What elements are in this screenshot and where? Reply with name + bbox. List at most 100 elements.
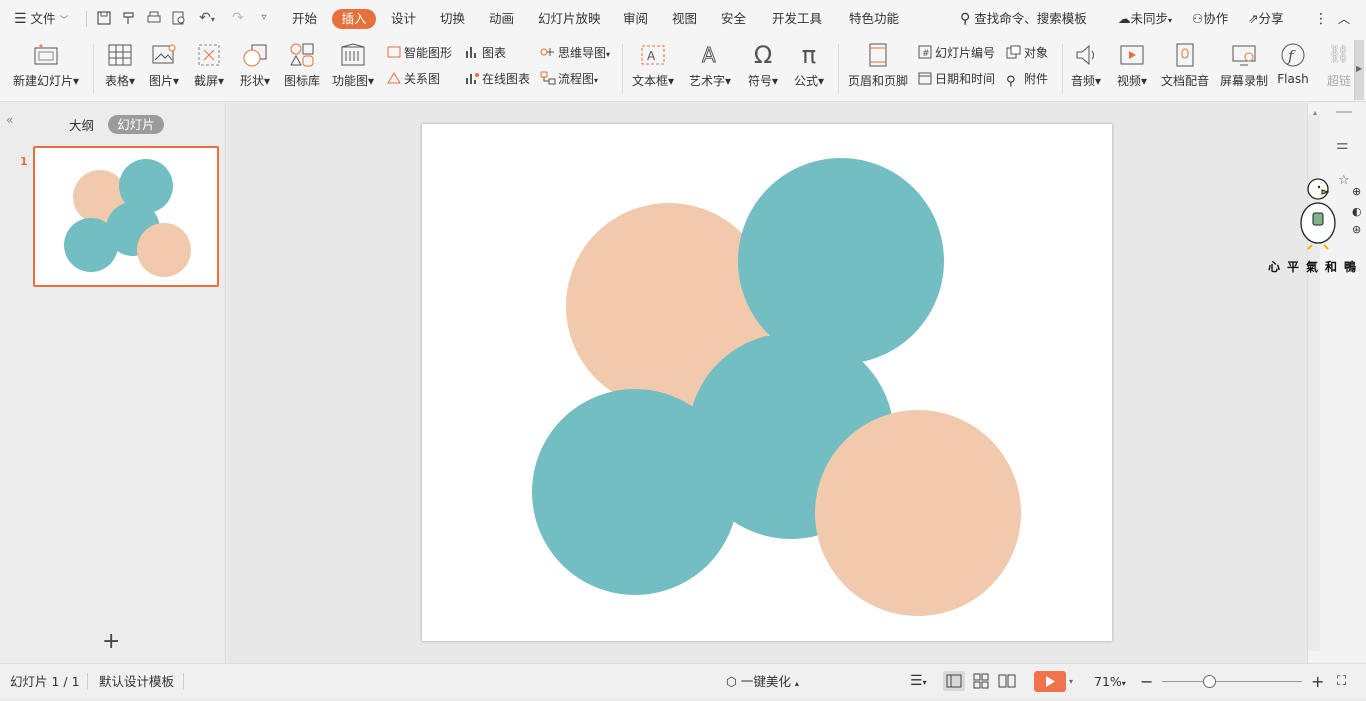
tab-design[interactable]: 设计 bbox=[391, 0, 416, 38]
teal-circle-left[interactable] bbox=[532, 389, 738, 595]
smart-art-button[interactable]: 智能图形 bbox=[386, 44, 452, 62]
relation-icon bbox=[387, 72, 401, 84]
collapse-panel-icon[interactable]: « bbox=[6, 113, 13, 127]
symbol-button[interactable]: Ω 符号▾ bbox=[744, 38, 782, 102]
svg-text:#: # bbox=[922, 49, 930, 59]
slide-number-button[interactable]: # 幻灯片编号 bbox=[917, 44, 995, 62]
datetime-button[interactable]: 日期和时间 bbox=[917, 70, 995, 88]
zoom-value: 71% bbox=[1094, 674, 1122, 689]
right-sidebar: ▲ ⚌ ☆ ⊕ ◐ ⊛ 心平氣和鴨 bbox=[1268, 103, 1366, 663]
animal-icon[interactable]: ⊛ bbox=[1352, 223, 1361, 236]
tab-home[interactable]: 开始 bbox=[292, 0, 317, 38]
online-chart-button[interactable]: 在线图表 bbox=[464, 70, 530, 88]
zoom-level[interactable]: 71%▾ bbox=[1094, 664, 1126, 699]
cloud-icon: ☁ bbox=[1118, 11, 1131, 26]
wordart-button[interactable]: A 艺术字▾ bbox=[686, 38, 734, 102]
tab-slideshow[interactable]: 幻灯片放映 bbox=[538, 0, 601, 38]
video-label: 视频 bbox=[1116, 74, 1141, 88]
settings-sliders-icon[interactable]: ⚌ bbox=[1336, 137, 1349, 153]
sorter-view-button[interactable] bbox=[970, 671, 992, 691]
chart-button[interactable]: 图表 bbox=[464, 44, 506, 62]
print-icon[interactable] bbox=[146, 10, 162, 26]
tab-outline[interactable]: 大纲 bbox=[69, 115, 94, 134]
tab-animation[interactable]: 动画 bbox=[489, 0, 514, 38]
audio-button[interactable]: 音频▾ bbox=[1066, 38, 1106, 102]
shape-button[interactable]: 形状▾ bbox=[236, 38, 274, 102]
zoom-slider[interactable] bbox=[1162, 681, 1302, 682]
more-icon[interactable]: ⋮ bbox=[1314, 0, 1328, 38]
tab-view[interactable]: 视图 bbox=[672, 0, 697, 38]
undo-icon[interactable]: ↶▾ bbox=[196, 10, 218, 26]
redo-icon[interactable]: ↷ bbox=[230, 10, 246, 26]
tab-transition[interactable]: 切换 bbox=[440, 0, 465, 38]
new-slide-button[interactable]: 新建幻灯片▾ bbox=[10, 38, 82, 102]
screen-record-button[interactable]: 屏幕录制 bbox=[1218, 38, 1270, 102]
slide-thumbnail[interactable] bbox=[33, 146, 219, 287]
notes-icon[interactable]: ☰▾ bbox=[910, 664, 927, 699]
chevron-up-icon: ▴ bbox=[794, 679, 799, 688]
normal-view-button[interactable] bbox=[943, 671, 965, 691]
theme-icon[interactable]: ◐ bbox=[1352, 205, 1362, 218]
status-bar: 幻灯片 1 / 1 默认设计模板 ⬡ 一键美化 ▴ ☰▾ ▾ 71%▾ − + … bbox=[0, 663, 1366, 698]
object-button[interactable]: 对象 bbox=[1006, 44, 1048, 62]
sync-status[interactable]: ☁未同步▾ bbox=[1118, 0, 1172, 38]
command-search[interactable]: ⚲ 查找命令、搜索模板 bbox=[960, 0, 1087, 38]
divider bbox=[838, 44, 839, 94]
share-button[interactable]: ⇗分享 bbox=[1248, 0, 1284, 38]
mind-map-button[interactable]: 思维导图▾ bbox=[540, 44, 610, 62]
slideshow-options-icon[interactable]: ▾ bbox=[1069, 664, 1073, 699]
tab-security[interactable]: 安全 bbox=[721, 0, 746, 38]
link-icon: ⛓ bbox=[1327, 44, 1351, 65]
zoom-in-button[interactable]: + bbox=[1311, 664, 1324, 699]
template-name[interactable]: 默认设计模板 bbox=[99, 664, 174, 699]
tab-insert[interactable]: 插入 bbox=[332, 9, 376, 29]
attachment-button[interactable]: ⚲ 附件 bbox=[1006, 70, 1048, 89]
slide-canvas[interactable] bbox=[422, 124, 1112, 641]
flowchart-button[interactable]: 流程图▾ bbox=[540, 70, 598, 88]
new-slide-label: 新建幻灯片 bbox=[12, 74, 73, 88]
flash-button[interactable]: f Flash bbox=[1274, 38, 1312, 102]
screenshot-button[interactable]: 截屏▾ bbox=[190, 38, 228, 102]
picture-button[interactable]: 图片▾ bbox=[145, 38, 183, 102]
book-icon bbox=[998, 674, 1016, 688]
svg-text:f: f bbox=[1287, 47, 1296, 65]
teal-circle-top[interactable] bbox=[738, 158, 944, 364]
formula-button[interactable]: π 公式▾ bbox=[790, 38, 828, 102]
function-chart-button[interactable]: 功能图▾ bbox=[330, 38, 376, 102]
icon-library-button[interactable]: 图标库 bbox=[282, 38, 322, 102]
tab-features[interactable]: 特色功能 bbox=[849, 0, 899, 38]
video-button[interactable]: 视频▾ bbox=[1112, 38, 1152, 102]
print-preview-icon[interactable] bbox=[171, 10, 187, 26]
tab-slides[interactable]: 幻灯片 bbox=[108, 115, 164, 134]
shapes-icon bbox=[243, 44, 267, 67]
zoom-icon[interactable]: ⊕ bbox=[1352, 185, 1361, 198]
relation-label: 关系图 bbox=[404, 72, 441, 86]
save-icon[interactable] bbox=[96, 10, 112, 26]
voiceover-button[interactable]: 文档配音 bbox=[1158, 38, 1212, 102]
textbox-button[interactable]: A 文本框▾ bbox=[629, 38, 677, 102]
tab-review[interactable]: 审阅 bbox=[623, 0, 648, 38]
header-footer-button[interactable]: 页眉和页脚 bbox=[846, 38, 910, 102]
video-icon bbox=[1120, 45, 1144, 65]
pi-icon: π bbox=[801, 41, 817, 69]
tab-developer[interactable]: 开发工具 bbox=[772, 0, 822, 38]
beautify-button[interactable]: ⬡ 一键美化 ▴ bbox=[726, 664, 799, 699]
format-painter-icon[interactable] bbox=[121, 10, 137, 26]
zoom-out-button[interactable]: − bbox=[1140, 664, 1153, 699]
reading-view-button[interactable] bbox=[996, 671, 1018, 691]
symbol-label: 符号 bbox=[747, 74, 772, 88]
table-button[interactable]: 表格▾ bbox=[101, 38, 139, 102]
play-slideshow-button[interactable] bbox=[1034, 671, 1066, 692]
header-footer-icon bbox=[869, 43, 887, 67]
peach-circle-right[interactable] bbox=[815, 410, 1021, 616]
collapse-ribbon-icon[interactable]: ︿ bbox=[1338, 0, 1350, 38]
fit-window-icon[interactable]: ⛶ bbox=[1337, 664, 1346, 699]
customize-toolbar-icon[interactable]: ▿ bbox=[256, 10, 272, 26]
ribbon-scroll-button[interactable]: ▶ bbox=[1354, 40, 1364, 100]
zoom-slider-handle[interactable] bbox=[1203, 675, 1216, 688]
hyperlink-button[interactable]: ⛓ 超链 bbox=[1322, 38, 1356, 102]
file-menu[interactable]: ☰ 文件 ﹀ bbox=[14, 0, 69, 38]
relation-button[interactable]: 关系图 bbox=[386, 70, 440, 88]
add-slide-button[interactable]: + bbox=[102, 631, 120, 653]
collab-button[interactable]: ⚇协作 bbox=[1192, 0, 1228, 38]
